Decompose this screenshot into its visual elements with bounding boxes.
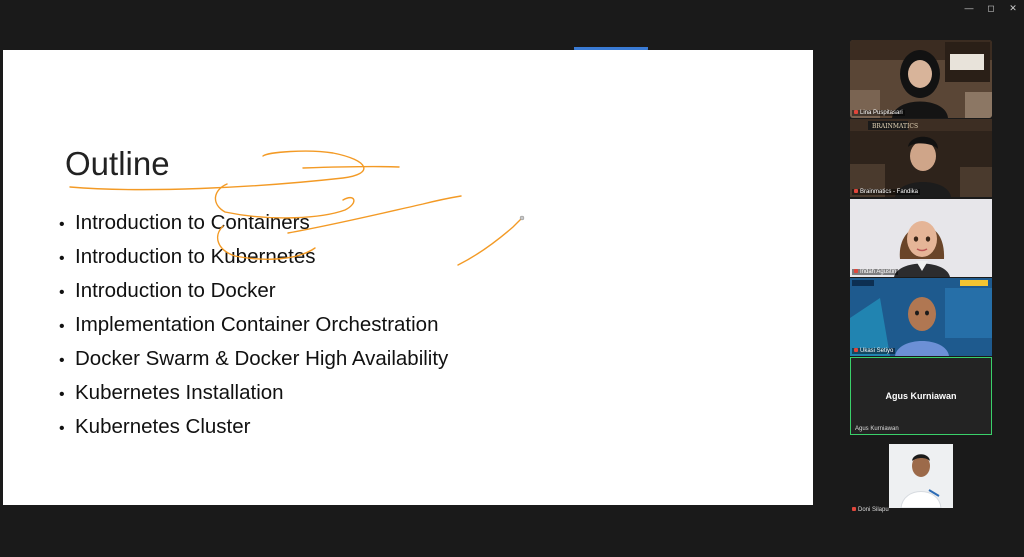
male-avatar-icon [850,278,992,356]
bullet-item: • Introduction to Kubernetes [59,245,316,268]
bullet-item: • Introduction to Containers [59,211,310,234]
active-speaker-tile[interactable]: Agus Kurniawan Agus Kurniawan [850,357,992,435]
bullet-item: • Kubernetes Installation [59,381,284,404]
speaker-display-name: Agus Kurniawan [885,391,957,401]
participant-name: Agus Kurniawan [855,426,899,432]
bullet-text: Introduction to Docker [75,279,276,302]
bullet-item: • Kubernetes Cluster [59,415,251,438]
svg-text:BRAINMATICS: BRAINMATICS [872,123,918,130]
self-view-tile[interactable] [889,444,953,508]
shared-slide: Outline • Introduction to Containers • Int… [3,50,813,505]
outline-list: • Introduction to Containers • Introductio… [59,208,448,446]
person-video-icon: BRAINMATICS [850,119,992,197]
bullet-item: • Implementation Container Orchestration [59,313,439,336]
self-view-person-icon [889,444,953,508]
participant-name: Brainmatics - Fandika [852,189,921,195]
participant-name: Ukasi Setiyo [852,348,896,354]
close-button[interactable]: ✕ [1002,0,1024,16]
mic-muted-icon [852,507,856,512]
participant-video-tile[interactable]: Indah Agustin [850,199,992,277]
bullet-item: • Introduction to Docker [59,279,276,302]
participant-name: Lina Puspitasari [852,110,905,116]
bullet-text: Introduction to Containers [75,211,310,234]
female-avatar-icon [850,199,992,277]
bullet-text: Implementation Container Orchestration [75,313,439,336]
person-hijab-video-icon [850,40,992,118]
bullet-text: Kubernetes Installation [75,381,284,404]
participant-name: Indah Agustin [852,269,899,275]
bullet-text: Introduction to Kubernetes [75,245,316,268]
participant-video-tile[interactable]: BRAINMATICS Brainmatics - Fandika [850,119,992,197]
slide-title: Outline [65,145,170,182]
bullet-text: Kubernetes Cluster [75,415,251,438]
participant-video-tile[interactable]: Ukasi Setiyo [850,278,992,356]
mic-muted-icon [854,348,858,353]
self-view-name: Doni Silapu [852,507,889,513]
restore-button[interactable]: ◻ [980,0,1002,16]
mic-muted-icon [854,110,858,115]
mic-muted-icon [854,189,858,194]
bullet-text: Docker Swarm & Docker High Availability [75,347,449,370]
participant-video-tile[interactable]: Lina Puspitasari [850,40,992,118]
window-controls: — ◻ ✕ [958,0,1024,16]
bullet-item: • Docker Swarm & Docker High Availability [59,347,449,370]
minimize-button[interactable]: — [958,0,980,16]
mic-muted-icon [854,269,858,274]
